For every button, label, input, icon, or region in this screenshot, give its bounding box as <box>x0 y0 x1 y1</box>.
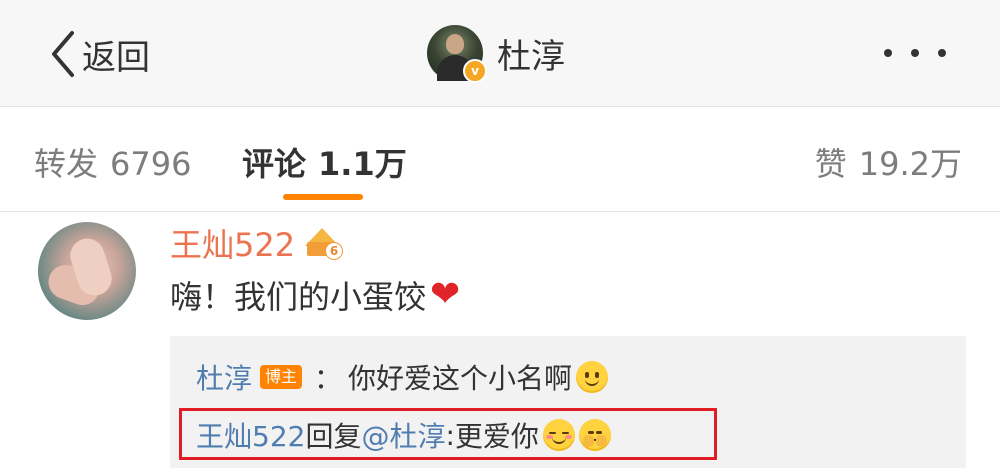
comment-text-row: 嗨！我们的小蛋饺 ❤ <box>170 272 460 318</box>
tab-comments-label: 评论 <box>242 145 307 183</box>
smile-icon <box>576 361 609 393</box>
member-level-badge: 6 <box>325 242 344 260</box>
avatar[interactable]: v <box>427 25 487 83</box>
navigation-bar: 返回 v 杜淳 <box>0 0 1000 107</box>
nav-user[interactable]: v 杜淳 <box>427 22 565 84</box>
commenter-avatar[interactable] <box>38 222 136 320</box>
verified-icon: v <box>463 59 487 83</box>
reply-item[interactable]: 王灿522 回复 @杜淳 : 更爱你 <box>196 414 611 456</box>
reply-user[interactable]: 杜淳 <box>196 357 252 397</box>
tab-repost-label: 转发 <box>34 145 99 183</box>
author-badge: 博主 <box>260 365 303 389</box>
comment-text: 嗨！我们的小蛋饺 <box>170 278 427 316</box>
tab-repost-count: 6796 <box>110 145 192 183</box>
reply-text: 你好爱这个小名啊 <box>348 362 573 395</box>
reply-separator: : <box>445 418 455 452</box>
tab-repost[interactable]: 转发 6796 <box>34 139 191 185</box>
more-button[interactable] <box>884 38 946 68</box>
reply-user[interactable]: 王灿522 <box>196 415 305 455</box>
back-button[interactable]: 返回 <box>48 28 150 80</box>
commenter-name[interactable]: 王灿522 <box>170 220 295 266</box>
avatar-head <box>446 34 464 54</box>
tab-comments[interactable]: 评论 1.1万 <box>242 139 407 185</box>
comment-item: 王灿522 6 嗨！我们的小蛋饺 ❤ 杜淳 博主 ： 你好爱这个小名啊 王灿52… <box>0 212 1000 468</box>
crown-icon[interactable]: 6 <box>305 228 344 260</box>
tab-likes[interactable]: 赞 19.2万 <box>815 139 962 185</box>
more-dot-icon <box>884 49 892 57</box>
reply-word: 回复 <box>305 420 362 453</box>
red-heart-icon: ❤ <box>430 274 461 315</box>
more-dot-icon <box>938 49 946 57</box>
blush-icon <box>542 419 575 451</box>
tab-likes-count: 19.2万 <box>858 145 962 183</box>
back-label: 返回 <box>82 37 150 78</box>
reply-separator: ： <box>314 362 343 395</box>
reply-item[interactable]: 杜淳 博主 ： 你好爱这个小名啊 <box>196 356 609 398</box>
more-dot-icon <box>911 49 919 57</box>
tab-likes-label: 赞 <box>814 145 847 183</box>
reply-text: 更爱你 <box>454 420 539 453</box>
tab-bar: 转发 6796 评论 1.1万 赞 19.2万 <box>0 107 1000 212</box>
commenter-name-row: 王灿522 6 <box>170 218 344 268</box>
active-tab-indicator <box>283 194 363 200</box>
tab-comments-count: 1.1万 <box>318 145 407 183</box>
shy-icon <box>578 419 611 451</box>
mention-link[interactable]: @杜淳 <box>361 415 445 455</box>
chevron-left-icon <box>52 31 74 77</box>
replies-box[interactable]: 杜淳 博主 ： 你好爱这个小名啊 王灿522 回复 @杜淳 : 更爱你 <box>170 336 966 468</box>
page-title[interactable]: 杜淳 <box>497 29 565 78</box>
